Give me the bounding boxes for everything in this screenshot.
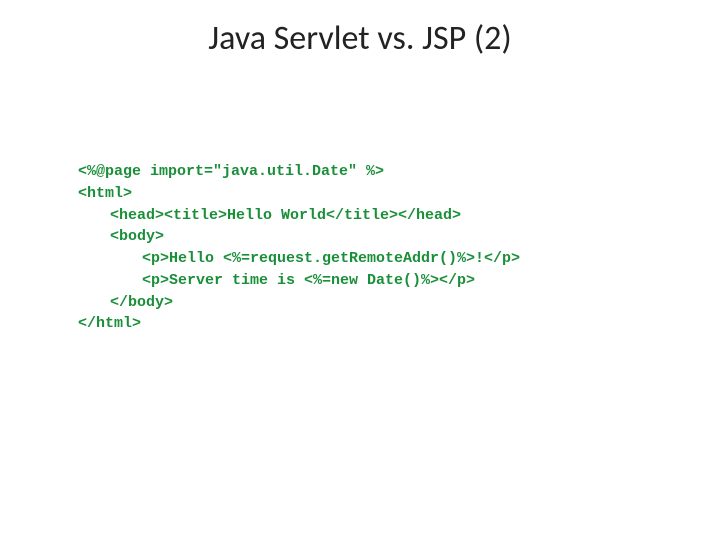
code-line-7: </body> — [78, 292, 622, 314]
slide-title: Java Servlet vs. JSP (2) — [0, 18, 720, 59]
code-line-1: <%@page import="java.util.Date" %> — [78, 161, 622, 183]
code-line-6: <p>Server time is <%=new Date()%></p> — [78, 270, 622, 292]
code-line-4: <body> — [78, 226, 622, 248]
code-line-2: <html> — [78, 183, 622, 205]
code-line-5: <p>Hello <%=request.getRemoteAddr()%>!</… — [78, 248, 622, 270]
code-block: <%@page import="java.util.Date" %> <html… — [70, 155, 630, 341]
code-line-8: </html> — [78, 313, 622, 335]
slide: Java Servlet vs. JSP (2) <%@page import=… — [0, 0, 720, 540]
code-line-3: <head><title>Hello World</title></head> — [78, 205, 622, 227]
